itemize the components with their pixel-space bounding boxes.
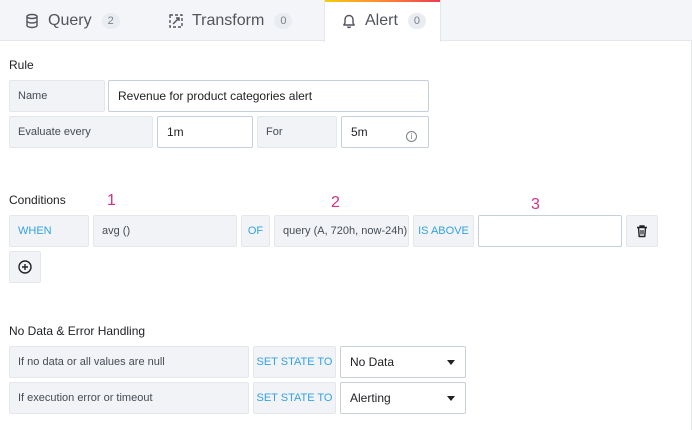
tab-transform-count: 0 bbox=[274, 12, 293, 29]
tab-alert[interactable]: Alert 0 bbox=[324, 0, 441, 42]
reducer-func[interactable]: avg () bbox=[93, 215, 237, 247]
bell-icon bbox=[341, 13, 357, 29]
error-state-select[interactable]: Alerting bbox=[340, 382, 466, 414]
plus-circle-icon bbox=[17, 259, 33, 275]
for-input[interactable]: 5m i bbox=[341, 116, 429, 148]
database-icon bbox=[24, 13, 40, 29]
tab-query[interactable]: Query 2 bbox=[24, 0, 120, 41]
query-selector[interactable]: query (A, 720h, now-24h) bbox=[274, 215, 409, 247]
marker-1: 1 bbox=[107, 192, 116, 209]
tab-bar: Query 2 Transform 0 Alert 0 bbox=[0, 0, 692, 42]
nodata-state-select[interactable]: No Data bbox=[340, 346, 466, 378]
of-keyword: OF bbox=[241, 215, 270, 247]
tab-query-label: Query bbox=[48, 11, 92, 29]
tab-alert-count: 0 bbox=[407, 13, 427, 29]
for-label: For bbox=[257, 116, 337, 148]
nodata-section-title: No Data & Error Handling bbox=[9, 324, 146, 338]
error-set-state: SET STATE TO bbox=[253, 382, 336, 414]
evaluate-every-label: Evaluate every bbox=[9, 116, 153, 148]
nodata-row-label: If no data or all values are null bbox=[9, 346, 249, 378]
nodata-set-state: SET STATE TO bbox=[253, 346, 336, 378]
tab-transform[interactable]: Transform 0 bbox=[168, 0, 293, 41]
error-row-label: If execution error or timeout bbox=[9, 382, 249, 414]
delete-condition-button[interactable] bbox=[626, 215, 658, 247]
conditions-section-title: Conditions bbox=[9, 193, 66, 207]
trash-icon bbox=[635, 224, 649, 238]
marker-3: 3 bbox=[531, 196, 540, 213]
chevron-down-icon bbox=[447, 396, 455, 401]
rule-name-input[interactable]: Revenue for product categories alert bbox=[108, 80, 429, 112]
rule-section-title: Rule bbox=[9, 58, 34, 72]
when-keyword: WHEN bbox=[9, 215, 89, 247]
evaluate-every-input[interactable]: 1m bbox=[157, 116, 253, 148]
transform-icon bbox=[168, 13, 184, 29]
info-icon[interactable]: i bbox=[406, 131, 417, 142]
evaluator-type[interactable]: IS ABOVE bbox=[413, 215, 474, 247]
marker-2: 2 bbox=[331, 194, 340, 211]
nodata-state-value: No Data bbox=[350, 355, 395, 369]
chevron-down-icon bbox=[447, 360, 455, 365]
for-value: 5m bbox=[351, 125, 368, 139]
error-state-value: Alerting bbox=[350, 391, 391, 405]
tab-alert-label: Alert bbox=[365, 12, 398, 29]
threshold-input[interactable] bbox=[478, 215, 622, 247]
tab-transform-label: Transform bbox=[192, 11, 265, 29]
add-condition-button[interactable] bbox=[9, 251, 41, 283]
tab-query-count: 2 bbox=[101, 12, 120, 29]
name-label: Name bbox=[9, 80, 105, 112]
